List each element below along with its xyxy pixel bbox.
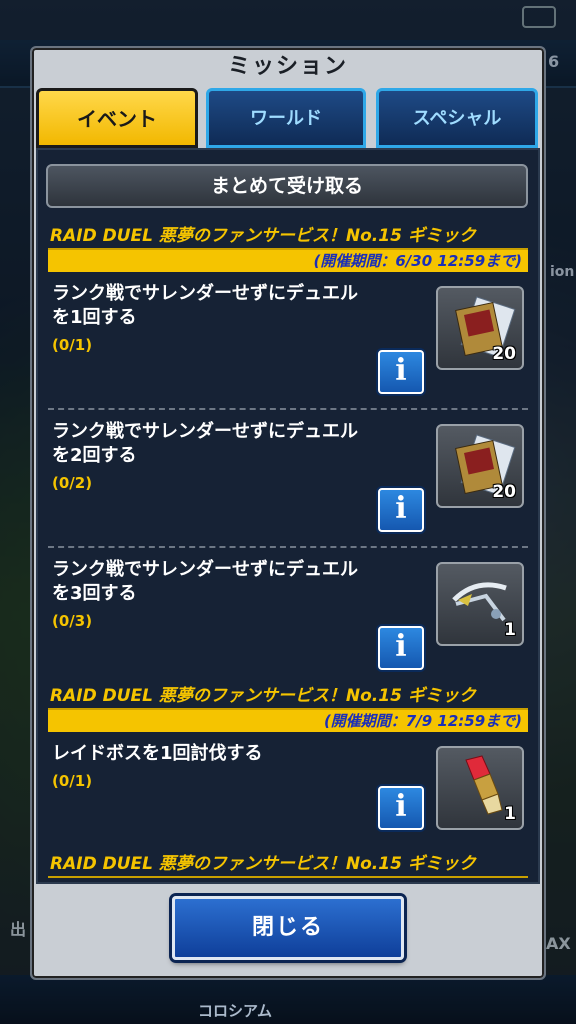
close-button[interactable]: 閉じる [172,896,404,960]
info-button[interactable]: i [378,350,424,394]
mission-description-line: ランク戦でサレンダーせずにデュエル [52,559,358,580]
background-partial-text: ion [550,264,575,280]
info-button[interactable]: i [378,488,424,532]
signal-off-icon [522,6,556,28]
corner-number: 6 [548,52,560,71]
claim-all-button[interactable]: まとめて受け取る [46,164,528,208]
reward-item[interactable]: 20 [436,424,524,508]
tab-event[interactable]: イベント [36,88,198,148]
mission-progress: (0/1) [52,772,93,790]
event-period: (開催期間：7/9 12:59まで) [48,710,528,732]
background-right-text: AX [546,934,571,953]
tab-special[interactable]: スペシャル [376,88,538,148]
info-button[interactable]: i [378,626,424,670]
event-title: RAID DUEL 悪夢のファンサービス！No.15 ギミック [50,686,476,706]
mission-description: レイドボスを1回討伐する [52,742,422,766]
tab-world[interactable]: ワールド [206,88,366,148]
dialog-title: ミッション [227,54,348,79]
mission-divider [48,408,528,410]
mission-description-line: を3回する [52,583,137,604]
reward-count: 1 [504,804,516,824]
colosseum-nav-label: コロシアム [198,1002,272,1020]
mission-description-line: ランク戦でサレンダーせずにデュエル [52,283,358,304]
reward-count: 20 [492,482,516,502]
mission-description-line: を2回する [52,445,137,466]
info-button[interactable]: i [378,786,424,830]
mission-description-line: を1回する [52,307,137,328]
reward-count: 1 [504,620,516,640]
mission-progress: (0/2) [52,474,93,492]
mission-description-line: ランク戦でサレンダーせずにデュエル [52,421,358,442]
mission-description: ランク戦でサレンダーせずにデュエル を2回する [52,420,422,468]
event-title-underline [48,876,528,878]
mission-progress: (0/1) [52,336,93,354]
reward-count: 20 [492,344,516,364]
mission-divider [48,546,528,548]
mission-progress: (0/3) [52,612,93,630]
mission-description-line: レイドボスを1回討伐する [52,743,263,764]
event-period: (開催期間：6/30 12:59まで) [48,250,528,272]
event-title: RAID DUEL 悪夢のファンサービス！No.15 ギミック [50,854,476,874]
background-left-text: 出 [10,920,27,939]
reward-item[interactable]: 1 [436,746,524,830]
reward-item[interactable]: 1 [436,562,524,646]
event-title: RAID DUEL 悪夢のファンサービス！No.15 ギミック [50,226,476,246]
reward-item[interactable]: 20 [436,286,524,370]
mission-description: ランク戦でサレンダーせずにデュエル を3回する [52,558,422,606]
mission-description: ランク戦でサレンダーせずにデュエル を1回する [52,282,422,330]
